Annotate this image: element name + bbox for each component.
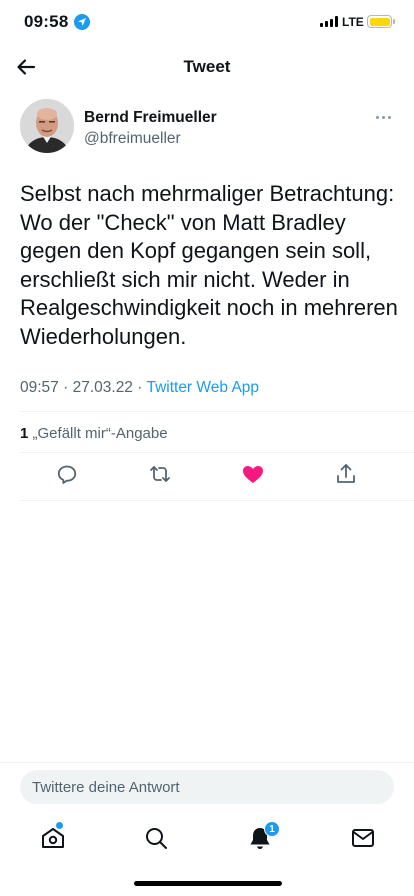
likes-summary[interactable]: 1 „Gefällt mir“-Angabe — [20, 425, 168, 442]
more-options-icon[interactable] — [375, 110, 393, 124]
share-icon[interactable] — [334, 462, 358, 486]
like-count: 1 — [20, 425, 29, 442]
author-name[interactable]: Bernd Freimueller — [84, 109, 217, 127]
home-indicator[interactable] — [134, 881, 282, 886]
reply-input[interactable]: Twittere deine Antwort — [20, 770, 394, 804]
meta-separator: · — [137, 379, 143, 396]
tweet-text: Selbst nach mehrmaliger Betrachtung: Wo … — [20, 181, 398, 349]
header: Tweet — [0, 44, 414, 90]
divider — [20, 411, 414, 412]
like-icon[interactable] — [241, 462, 265, 486]
divider — [20, 500, 414, 501]
tweet-actions — [0, 462, 414, 490]
home-icon[interactable] — [40, 825, 66, 851]
status-bar: 09:58 LTE — [0, 0, 414, 44]
retweet-icon[interactable] — [148, 462, 172, 486]
reply-placeholder: Twittere deine Antwort — [32, 779, 180, 796]
network-type: LTE — [342, 15, 364, 29]
messages-icon[interactable] — [350, 825, 376, 851]
like-label: „Gefällt mir“-Angabe — [32, 425, 168, 442]
notifications-badge: 1 — [264, 821, 280, 837]
tweet-meta: 09:57 · 27.03.22 · Twitter Web App — [20, 379, 259, 397]
search-icon[interactable] — [143, 825, 169, 851]
divider — [20, 452, 414, 453]
battery-icon — [367, 15, 395, 28]
tweet-date[interactable]: 27.03.22 — [73, 379, 133, 396]
page-title: Tweet — [183, 57, 231, 76]
avatar[interactable] — [20, 99, 74, 153]
location-arrow-icon — [74, 14, 90, 30]
status-time: 09:58 — [24, 12, 69, 31]
tweet-source-app[interactable]: Twitter Web App — [146, 379, 259, 396]
author-handle[interactable]: @bfreimueller — [84, 130, 181, 148]
reply-icon[interactable] — [55, 462, 79, 486]
meta-separator: · — [63, 379, 69, 396]
home-unread-dot — [56, 822, 63, 829]
cellular-signal-icon — [320, 16, 338, 27]
reply-separator — [0, 762, 414, 763]
tweet-time[interactable]: 09:57 — [20, 379, 59, 396]
